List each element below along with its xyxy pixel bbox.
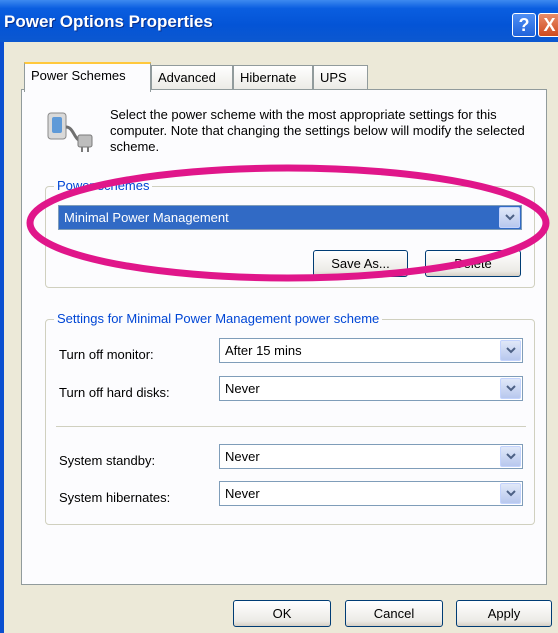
title-bar: Power Options Properties ? X [0,0,558,42]
power-scheme-value: Minimal Power Management [64,210,229,225]
turn-off-monitor-label: Turn off monitor: [59,347,154,362]
settings-divider [56,426,526,427]
dropdown-arrow-icon[interactable] [500,446,521,467]
dropdown-arrow-icon[interactable] [500,340,521,361]
turn-off-hard-disks-value: Never [225,381,260,396]
turn-off-hard-disks-select[interactable]: Never [219,376,523,401]
window-title: Power Options Properties [4,12,213,31]
tab-label: Advanced [158,70,216,85]
turn-off-hard-disks-label: Turn off hard disks: [59,385,170,400]
turn-off-monitor-select[interactable]: After 15 mins [219,338,523,363]
tab-label: UPS [320,70,347,85]
system-standby-label: System standby: [59,453,156,468]
close-icon[interactable]: X [538,13,558,37]
apply-button[interactable]: Apply [456,600,552,627]
power-plug-icon [47,112,93,152]
delete-button[interactable]: Delete [425,250,521,277]
system-standby-select[interactable]: Never [219,444,523,469]
window-border [0,42,4,633]
ok-button[interactable]: OK [233,600,331,627]
cancel-button[interactable]: Cancel [345,600,443,627]
power-schemes-group-title: Power schemes [54,178,153,193]
system-hibernates-label: System hibernates: [59,490,171,505]
dropdown-arrow-icon[interactable] [499,207,520,228]
settings-group-title: Settings for Minimal Power Management po… [54,311,383,326]
description-text: Select the power scheme with the most ap… [110,107,525,154]
tab-advanced[interactable]: Advanced [151,65,233,89]
turn-off-monitor-value: After 15 mins [225,343,302,358]
save-as-button[interactable]: Save As... [313,250,408,277]
help-icon[interactable]: ? [512,13,536,37]
power-scheme-select[interactable]: Minimal Power Management [58,205,522,230]
system-standby-value: Never [225,449,260,464]
tab-label: Hibernate [240,70,297,85]
tab-power-schemes[interactable]: Power Schemes [24,62,151,92]
system-hibernates-select[interactable]: Never [219,481,523,506]
tab-label: Power Schemes [31,68,126,83]
dropdown-arrow-icon[interactable] [500,378,521,399]
tab-ups[interactable]: UPS [313,65,368,89]
dropdown-arrow-icon[interactable] [500,483,521,504]
tab-hibernate[interactable]: Hibernate [233,65,313,89]
system-hibernates-value: Never [225,486,260,501]
